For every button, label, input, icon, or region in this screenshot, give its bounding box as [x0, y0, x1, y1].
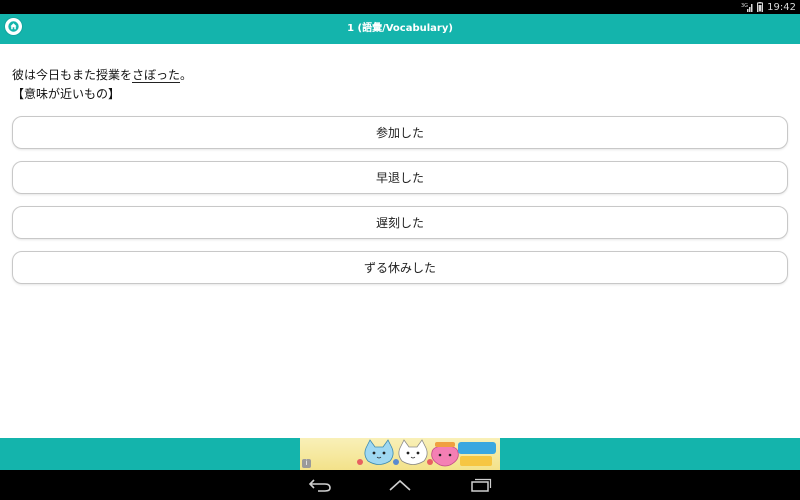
- signal-icon: 3G: [741, 2, 753, 12]
- question-sentence: 彼は今日もまた授業をさぼった。: [12, 67, 192, 84]
- choice-button-1[interactable]: 参加した: [12, 116, 788, 149]
- back-button[interactable]: [307, 476, 333, 494]
- ad-illustration: [357, 439, 496, 467]
- question-target-word: さぼった: [132, 68, 181, 83]
- home-nav-button[interactable]: [387, 476, 413, 494]
- blue-cat-image: [364, 439, 394, 465]
- home-nav-icon: [389, 479, 411, 491]
- answer-choices: 参加した 早退した 遅刻した ずる休みした: [12, 116, 788, 296]
- choice-button-2[interactable]: 早退した: [12, 161, 788, 194]
- choice-label: 遅刻した: [375, 216, 424, 230]
- back-icon: [308, 479, 331, 492]
- recent-apps-icon: [471, 478, 492, 492]
- question-prefix: 彼は今日もまた授業を: [12, 68, 133, 82]
- battery-icon: [757, 2, 764, 12]
- status-icons: 3G 19:42: [741, 0, 796, 14]
- navigation-bar: [0, 470, 800, 500]
- choice-label: 参加した: [375, 126, 424, 140]
- app-screen: 3G 19:42 1 (語彙/Vocabulary) 彼は今日もまた授業をさぼっ…: [0, 0, 800, 500]
- question-suffix: 。: [180, 68, 193, 82]
- ad-strip: i: [0, 438, 800, 470]
- page-title: 1 (語彙/Vocabulary): [347, 23, 453, 34]
- white-cat-image: [398, 439, 428, 465]
- ad-banner[interactable]: i: [300, 438, 500, 470]
- status-time: 19:42: [767, 1, 796, 13]
- choice-label: ずる休みした: [363, 261, 436, 275]
- app-header: 1 (語彙/Vocabulary): [0, 14, 800, 44]
- home-button[interactable]: [5, 18, 22, 35]
- pink-cat-image: [431, 442, 459, 467]
- choice-label: 早退した: [375, 171, 424, 185]
- recent-apps-button[interactable]: [467, 476, 493, 494]
- info-icon[interactable]: i: [302, 459, 311, 468]
- network-type-label: 3G: [741, 3, 748, 9]
- home-icon: [8, 21, 19, 32]
- choice-button-4[interactable]: ずる休みした: [12, 251, 788, 284]
- question-instruction: 【意味が近いもの】: [12, 87, 121, 101]
- status-bar: 3G 19:42: [0, 0, 800, 14]
- choice-button-3[interactable]: 遅刻した: [12, 206, 788, 239]
